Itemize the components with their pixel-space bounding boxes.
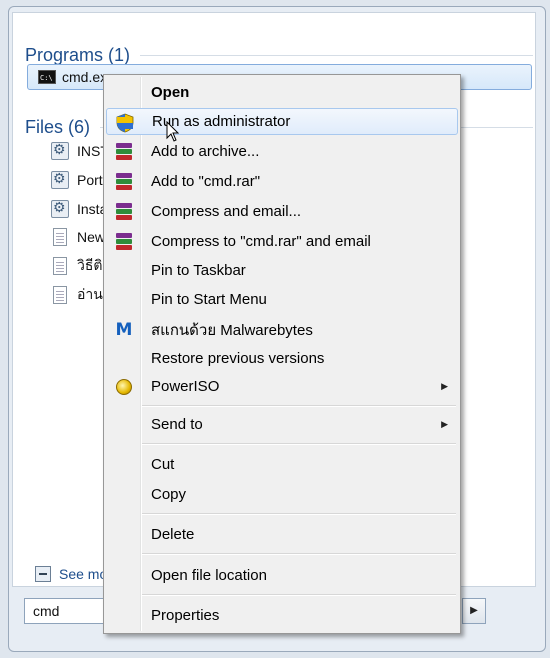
winrar-icon xyxy=(114,142,134,162)
menu-item-label: Add to archive... xyxy=(151,143,260,160)
menu-separator xyxy=(142,513,456,515)
menu-item-label: Open file location xyxy=(151,567,267,584)
context-menu: Open Run as administrator Add to archive… xyxy=(103,74,461,634)
menu-item-pin-to-taskbar[interactable]: Pin to Taskbar xyxy=(106,257,458,284)
menu-item-label: Restore previous versions xyxy=(151,350,325,367)
menu-item-label: Delete xyxy=(151,526,195,543)
menu-separator xyxy=(142,405,456,407)
menu-item-label: Add to "cmd.rar" xyxy=(151,173,261,190)
menu-item-send-to[interactable]: Send to ▶ xyxy=(106,411,458,438)
menu-item-open[interactable]: Open xyxy=(106,79,458,106)
document-icon xyxy=(53,286,67,304)
programs-group-header[interactable]: Programs (1) xyxy=(25,45,533,66)
menu-item-compress-to-cmd-rar-and-email[interactable]: Compress to "cmd.rar" and email xyxy=(106,228,458,255)
menu-item-copy[interactable]: Copy xyxy=(106,481,458,508)
menu-item-properties[interactable]: Properties xyxy=(106,602,458,629)
divider xyxy=(140,55,533,56)
menu-item-open-file-location[interactable]: Open file location xyxy=(106,562,458,589)
menu-item-label: Send to xyxy=(151,416,203,433)
menu-item-delete[interactable]: Delete xyxy=(106,521,458,548)
menu-item-label: Open xyxy=(151,84,190,101)
menu-item-compress-and-email[interactable]: Compress and email... xyxy=(106,198,458,225)
menu-item-label: Pin to Start Menu xyxy=(151,291,267,308)
document-icon xyxy=(53,257,67,275)
poweriso-disc-icon xyxy=(116,379,132,395)
search-go-button[interactable]: ▶ xyxy=(462,598,486,624)
malwarebytes-icon: M xyxy=(115,320,133,340)
submenu-arrow-icon: ▶ xyxy=(441,419,448,429)
gear-file-icon xyxy=(51,141,69,160)
menu-item-label: Cut xyxy=(151,456,175,473)
menu-separator xyxy=(142,553,456,555)
winrar-icon xyxy=(114,172,134,192)
menu-item-restore-previous-versions[interactable]: Restore previous versions xyxy=(106,345,458,372)
search-results-icon xyxy=(35,566,51,582)
menu-item-label: สแกนด้วย Malwarebytes xyxy=(151,321,313,339)
gear-file-icon xyxy=(51,170,69,189)
menu-item-label: Pin to Taskbar xyxy=(151,262,246,279)
menu-item-poweriso[interactable]: PowerISO ▶ xyxy=(106,373,458,400)
menu-item-add-to-cmd-rar[interactable]: Add to "cmd.rar" xyxy=(106,168,458,195)
menu-item-label: Compress and email... xyxy=(151,203,302,220)
menu-item-add-to-archive[interactable]: Add to archive... xyxy=(106,138,458,165)
menu-item-label: PowerISO xyxy=(151,378,220,395)
submenu-arrow-icon: ▶ xyxy=(441,381,448,391)
winrar-icon xyxy=(114,232,134,252)
gear-file-icon xyxy=(51,199,69,218)
document-icon xyxy=(53,228,67,246)
mouse-pointer-icon xyxy=(166,121,180,142)
files-group-title[interactable]: Files (6) xyxy=(25,117,90,138)
menu-item-run-as-administrator[interactable]: Run as administrator xyxy=(106,108,458,135)
winrar-icon xyxy=(114,202,134,222)
menu-item-label: Properties xyxy=(151,607,220,624)
menu-item-cut[interactable]: Cut xyxy=(106,451,458,478)
menu-separator xyxy=(142,443,456,445)
menu-item-label: Compress to "cmd.rar" and email xyxy=(151,233,371,250)
menu-separator xyxy=(142,594,456,596)
programs-group-title[interactable]: Programs (1) xyxy=(25,45,130,66)
menu-item-scan-with-malwarebytes[interactable]: M สแกนด้วย Malwarebytes xyxy=(106,316,458,343)
uac-shield-icon xyxy=(116,113,134,133)
menu-item-pin-to-start-menu[interactable]: Pin to Start Menu xyxy=(106,286,458,313)
command-prompt-icon: C:\ xyxy=(38,70,56,84)
menu-item-label: Copy xyxy=(151,486,187,503)
